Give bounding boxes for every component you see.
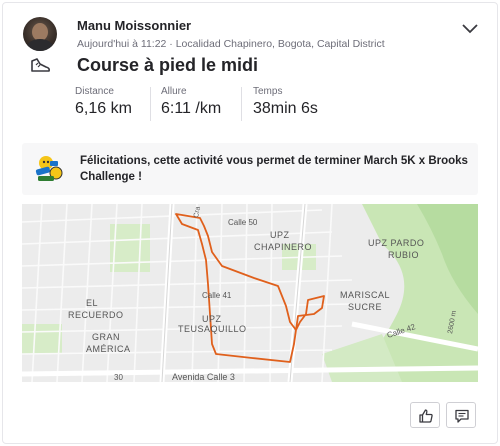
route-map[interactable]: Calle 50 Cra UPZ CHAPINERO UPZ PARDO RUB… (22, 204, 478, 382)
challenge-banner[interactable]: Félicitations, cette activité vous perme… (22, 143, 478, 195)
athlete-name[interactable]: Manu Moissonnier (77, 18, 191, 33)
stat-label: Allure (161, 86, 187, 97)
map-label: TEUSAQUILLO (178, 324, 247, 334)
map-label: MARISCAL (340, 290, 390, 300)
stat-time: Temps 38min 6s (253, 86, 318, 118)
stat-value: 6,16 km (75, 100, 132, 117)
map-label: UPZ (270, 230, 290, 240)
map-label: Calle 41 (202, 291, 232, 300)
map-label: SUCRE (348, 302, 382, 312)
activity-meta: Aujourd'hui à 11:22 · Localidad Chapiner… (77, 38, 385, 50)
shoe-icon (31, 58, 50, 72)
map-label: Avenida Calle 3 (172, 372, 235, 382)
map-label: RECUERDO (68, 310, 124, 320)
stat-label: Temps (253, 86, 283, 97)
map-label: UPZ (202, 314, 222, 324)
map-label: Calle 50 (228, 218, 258, 227)
map-label: CHAPINERO (254, 242, 312, 252)
thumbs-up-icon (419, 409, 433, 423)
comment-button[interactable] (446, 402, 476, 428)
map-label: 30 (114, 373, 123, 382)
divider (241, 87, 242, 121)
kudos-button[interactable] (410, 402, 440, 428)
challenge-badge-icon (35, 156, 63, 181)
stat-value: 6:11 /km (161, 100, 222, 117)
map-label: UPZ PARDO (368, 238, 424, 248)
stat-pace: Allure 6:11 /km (161, 86, 221, 118)
activity-title[interactable]: Course à pied le midi (77, 55, 258, 76)
map-svg: Calle 50 Cra UPZ CHAPINERO UPZ PARDO RUB… (22, 204, 478, 382)
divider (150, 87, 151, 121)
comment-icon (455, 409, 469, 423)
map-label: GRAN (92, 332, 120, 342)
stat-distance: Distance 6,16 km (75, 86, 132, 118)
map-label: RUBIO (388, 250, 419, 260)
challenge-text: Félicitations, cette activité vous perme… (80, 155, 468, 183)
map-label: AMÉRICA (86, 344, 131, 354)
stat-label: Distance (75, 86, 114, 97)
stat-value: 38min 6s (253, 100, 318, 117)
chevron-down-icon[interactable] (461, 23, 479, 35)
map-label: EL (86, 298, 98, 308)
avatar[interactable] (23, 17, 57, 51)
